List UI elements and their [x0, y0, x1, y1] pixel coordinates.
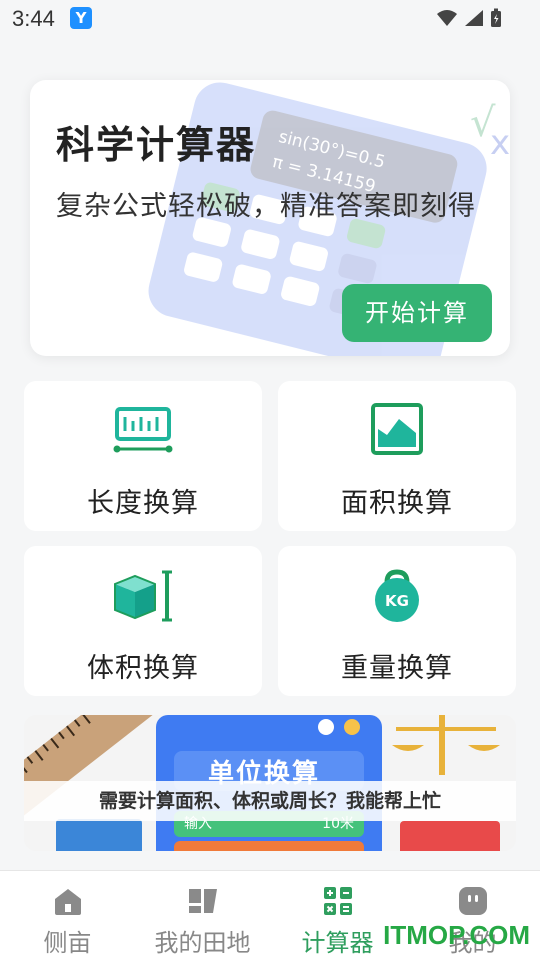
area-conversion-label: 面积换算	[341, 488, 453, 519]
home-icon	[54, 889, 81, 915]
card-subtitle: 复杂公式轻松破，精准答案即刻得	[56, 191, 476, 222]
board-dot	[318, 719, 334, 735]
calculator-icon	[323, 887, 352, 915]
card-title: 科学计算器	[56, 123, 257, 167]
weight-conversion-label: 重量换算	[341, 653, 453, 684]
battery-icon	[491, 8, 501, 27]
field-icon	[188, 889, 217, 913]
nav-item-my-fields[interactable]: 我的田地	[135, 871, 270, 960]
nav-label-my-fields: 我的田地	[154, 929, 251, 957]
length-conversion-label: 长度换算	[87, 488, 199, 519]
status-bar: 3:44 Y	[0, 0, 540, 38]
status-time: 3:44	[12, 6, 55, 31]
start-calculate-button[interactable]: 开始计算	[342, 284, 492, 342]
banner-block	[400, 821, 500, 851]
weight-conversion-card[interactable]: KG 重量换算	[278, 546, 516, 696]
board-output-row	[174, 841, 364, 851]
volume-conversion-card[interactable]: 体积换算	[24, 546, 262, 696]
watermark: ITMOP.COM	[383, 920, 530, 950]
nav-label-home: 侧亩	[43, 929, 92, 957]
banner-cube	[56, 819, 142, 851]
nav-item-home[interactable]: 侧亩	[0, 871, 135, 960]
status-icons	[436, 8, 502, 28]
length-conversion-card[interactable]: 长度换算	[24, 381, 262, 531]
svg-text:x: x	[490, 123, 510, 163]
banner-caption: 需要计算面积、体积或周长？我能帮上忙	[24, 781, 516, 821]
area-icon	[371, 403, 423, 455]
board-dot	[344, 719, 360, 735]
wifi-icon	[437, 10, 457, 26]
ruler-icon	[113, 407, 173, 453]
cube-icon	[114, 570, 172, 622]
scientific-calculator-card[interactable]: sin(30°)=0.5 π = 3.14159 √ x 科学计算器 复杂公式轻…	[30, 80, 510, 356]
profile-icon	[458, 887, 487, 915]
volume-conversion-label: 体积换算	[87, 653, 199, 684]
unit-conversion-banner[interactable]: 单位换算 输入 10米 需要计算面积、体积或周长？我能帮上忙	[24, 715, 516, 851]
area-conversion-card[interactable]: 面积换算	[278, 381, 516, 531]
kg-text: KG	[385, 592, 409, 610]
balance-scale-icon	[392, 715, 500, 775]
kg-weight-icon: KG	[375, 569, 419, 622]
app-notification-icon: Y	[70, 7, 92, 29]
signal-icon	[465, 10, 483, 26]
